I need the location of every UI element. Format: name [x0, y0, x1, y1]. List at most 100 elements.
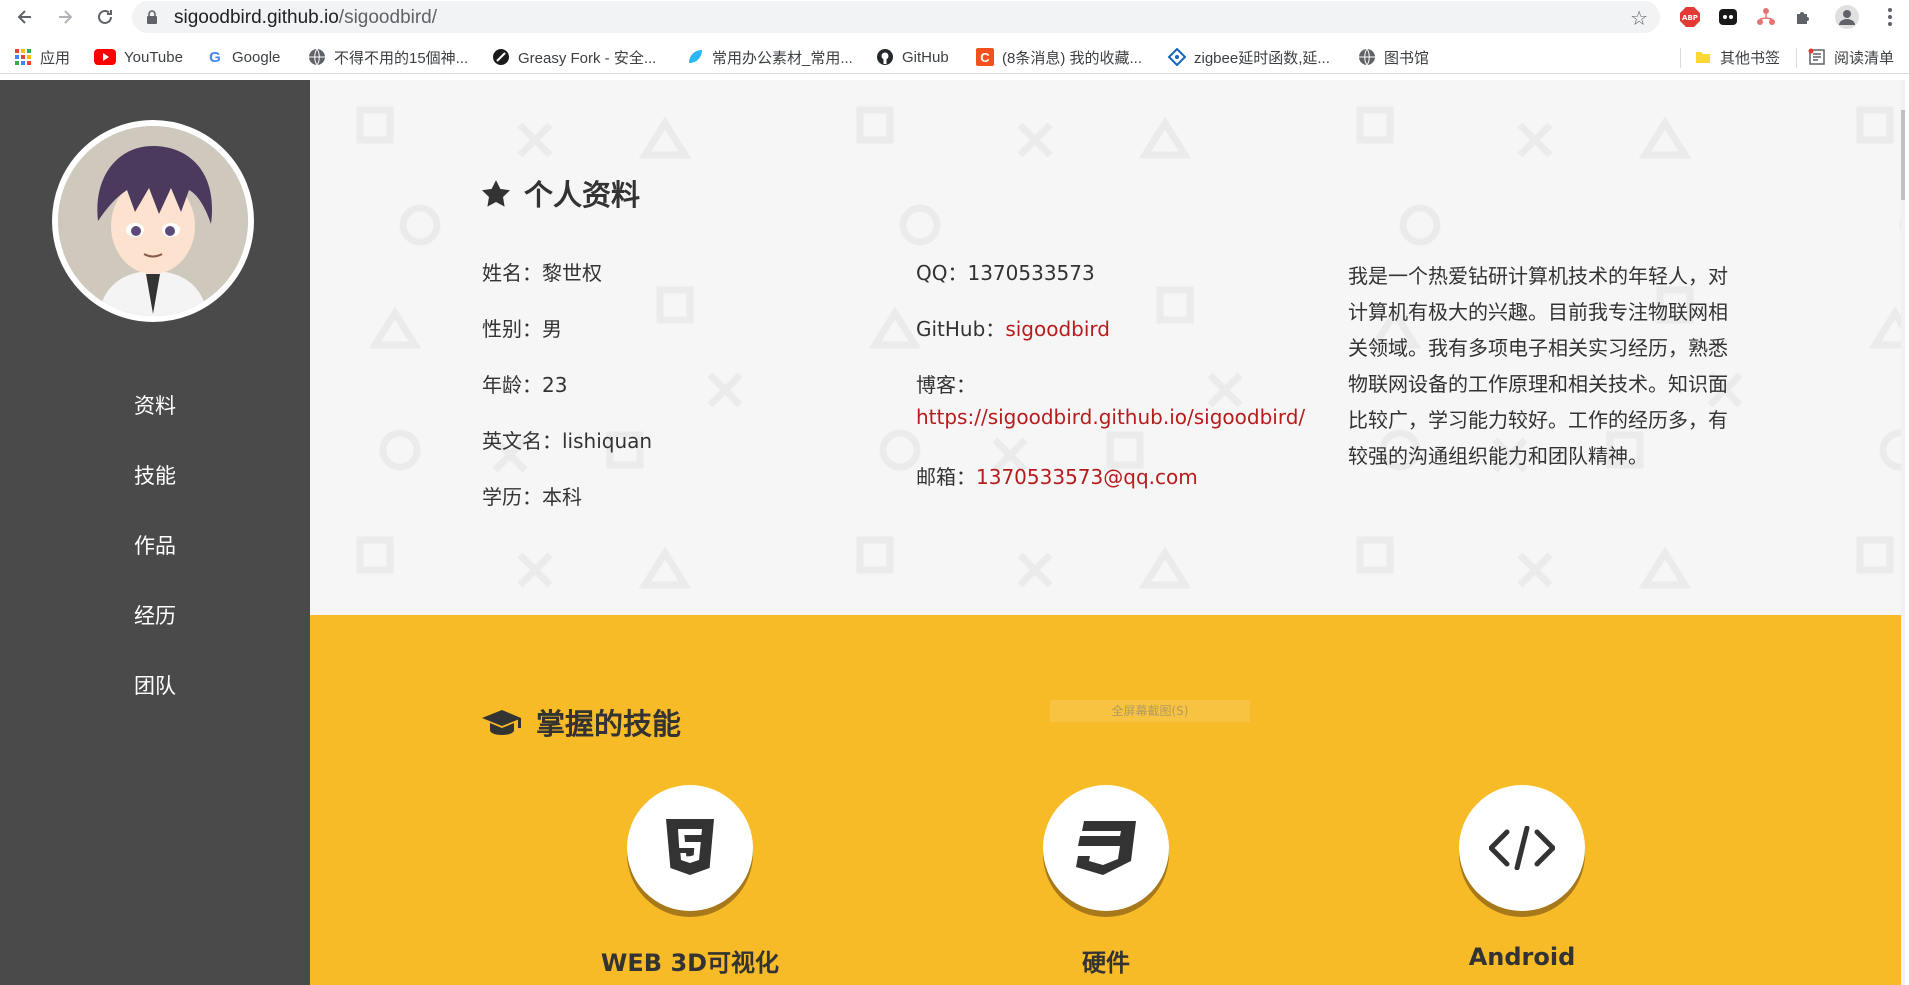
page-scrollbar[interactable]: [1901, 80, 1905, 985]
avatar: [52, 120, 254, 322]
code-icon: [1489, 826, 1555, 870]
extensions-button[interactable]: [1792, 5, 1816, 29]
bookmark-separator: [1680, 48, 1681, 68]
skill-circle: [1043, 785, 1169, 911]
bookmark-csdn[interactable]: C (8条消息) 我的收藏...: [976, 46, 1142, 68]
bookmark-library[interactable]: 图书馆: [1358, 46, 1429, 68]
more-vert-icon: [1888, 8, 1892, 26]
skill-name: 硬件: [1082, 949, 1130, 977]
globe-icon: [1359, 48, 1375, 66]
bookmarks-bar: 应用 YouTube G Google 不得不用的15個神... Greasy …: [0, 40, 1909, 74]
skill-name: WEB 3D可视化: [600, 949, 780, 977]
english-name-row: 英文名：lishiquan: [482, 425, 652, 454]
github-label: GitHub：: [916, 317, 1006, 341]
bio-line: 关领域。我有多项电子相关实习经历，熟悉: [1348, 336, 1728, 360]
email-link[interactable]: 1370533573@qq.com: [976, 465, 1198, 489]
profile-button[interactable]: [1835, 5, 1859, 29]
blog-row: https://sigoodbird.github.io/sigoodbird/: [916, 405, 1305, 429]
address-bar[interactable]: sigoodbird.github.io/sigoodbird/ ☆: [132, 1, 1660, 33]
network-icon: [1757, 8, 1775, 25]
greasyfork-icon: [493, 49, 509, 65]
profile-bio: 我是一个热爱钻研计算机技术的年轻人，对 计算机有极大的兴趣。目前我专注物联网相 …: [1348, 258, 1738, 474]
sidebar-item-team[interactable]: 团队: [0, 650, 310, 720]
back-button[interactable]: [10, 2, 40, 32]
ghost-icon: [1719, 9, 1737, 25]
bio-line: 计算机有极大的兴趣。目前我专注物联网相: [1348, 300, 1728, 324]
abp-icon: ABP: [1680, 7, 1700, 27]
bookmark-label: YouTube: [124, 48, 183, 66]
github-link[interactable]: sigoodbird: [1005, 317, 1110, 341]
profile-section: 个人资料 姓名：黎世权 性别：男 年龄：23 英文名：lishiquan 学历：…: [310, 80, 1905, 615]
url-text: sigoodbird.github.io/sigoodbird/: [174, 7, 437, 29]
reading-list[interactable]: 阅读清单: [1808, 46, 1894, 68]
forward-button[interactable]: [50, 2, 80, 32]
skill-circle: [1459, 785, 1585, 911]
bookmark-zigbee[interactable]: zigbee延时函数,延...: [1168, 46, 1330, 68]
html5-icon: [666, 819, 714, 875]
email-label: 邮箱：: [916, 465, 976, 489]
blog-label: 博客：: [916, 373, 976, 397]
bookmark-google[interactable]: G Google: [206, 46, 280, 68]
blog-link[interactable]: https://sigoodbird.github.io/sigoodbird/: [916, 405, 1305, 429]
bookmark-label: 应用: [40, 49, 71, 67]
scrollbar-thumb[interactable]: [1901, 110, 1905, 200]
bookmark-office[interactable]: 常用办公素材_常用...: [686, 46, 853, 68]
email-row: 邮箱：1370533573@qq.com: [916, 461, 1198, 490]
diamond-icon: [1168, 48, 1186, 66]
education-row: 学历：本科: [482, 481, 582, 510]
puzzle-icon: [1797, 12, 1809, 24]
english-name-value: lishiquan: [562, 429, 653, 453]
sidebar-item-profile[interactable]: 资料: [0, 370, 310, 440]
reload-button[interactable]: [90, 2, 120, 32]
gender-value: 男: [542, 317, 562, 341]
menu-button[interactable]: [1878, 5, 1902, 29]
star-icon: [482, 179, 510, 207]
github-icon: [877, 49, 893, 65]
qq-value: 1370533573: [967, 261, 1095, 285]
skill-name: Android: [1468, 943, 1576, 971]
bookmark-star-icon[interactable]: ☆: [1630, 6, 1648, 30]
bookmark-label: Greasy Fork - 安全...: [518, 49, 657, 67]
sidebar-item-experience[interactable]: 经历: [0, 580, 310, 650]
sidebar-item-skills[interactable]: 技能: [0, 440, 310, 510]
age-row: 年龄：23: [482, 369, 567, 398]
age-label: 年龄：: [482, 373, 542, 397]
svg-text:ABP: ABP: [1682, 14, 1698, 22]
network-extension[interactable]: [1754, 5, 1778, 29]
bio-line: 我是一个热爱钻研计算机技术的年轻人，对: [1348, 264, 1728, 288]
leaf-icon: [689, 50, 702, 63]
sidebar: 资料 技能 作品 经历 团队: [0, 80, 310, 985]
bookmark-15-tools[interactable]: 不得不用的15個神...: [308, 46, 468, 68]
name-label: 姓名：: [482, 261, 542, 285]
qq-label: QQ：: [916, 261, 968, 285]
bookmark-label: zigbee延时函数,延...: [1194, 49, 1330, 67]
skill-item-web3d: WEB 3D可视化: [540, 785, 840, 978]
bookmark-apps[interactable]: 应用: [14, 46, 70, 68]
reload-icon: [98, 9, 112, 24]
education-value: 本科: [542, 485, 582, 509]
globe-icon: [309, 48, 325, 66]
sidebar-item-works[interactable]: 作品: [0, 510, 310, 580]
lock-icon: [147, 10, 157, 24]
skill-item-android: Android: [1372, 785, 1672, 971]
csdn-icon: C: [976, 48, 994, 66]
youtube-icon: [94, 49, 116, 65]
bio-line: 较强的沟通组织能力和团队精神。: [1348, 444, 1648, 468]
svg-text:C: C: [980, 50, 990, 65]
arrow-left-icon: [17, 10, 31, 24]
github-row: GitHub：sigoodbird: [916, 313, 1110, 342]
google-icon: G: [209, 49, 221, 66]
url-host: sigoodbird.github.io: [174, 7, 339, 28]
browser-toolbar: sigoodbird.github.io/sigoodbird/ ☆ ABP: [0, 0, 1909, 34]
bookmark-youtube[interactable]: YouTube: [94, 46, 183, 68]
skills-title: 掌握的技能: [482, 701, 681, 743]
bookmark-greasyfork[interactable]: Greasy Fork - 安全...: [492, 46, 656, 68]
bookmark-label: GitHub: [902, 48, 949, 66]
bio-line: 物联网设备的工作原理和相关技术。知识面: [1348, 372, 1728, 396]
other-bookmarks[interactable]: 其他书签: [1694, 46, 1780, 68]
abp-extension[interactable]: ABP: [1678, 5, 1702, 29]
arrow-right-icon: [59, 10, 73, 24]
ghost-extension[interactable]: [1716, 5, 1740, 29]
bookmark-github[interactable]: GitHub: [876, 46, 949, 68]
bookmark-label: 常用办公素材_常用...: [712, 49, 853, 67]
